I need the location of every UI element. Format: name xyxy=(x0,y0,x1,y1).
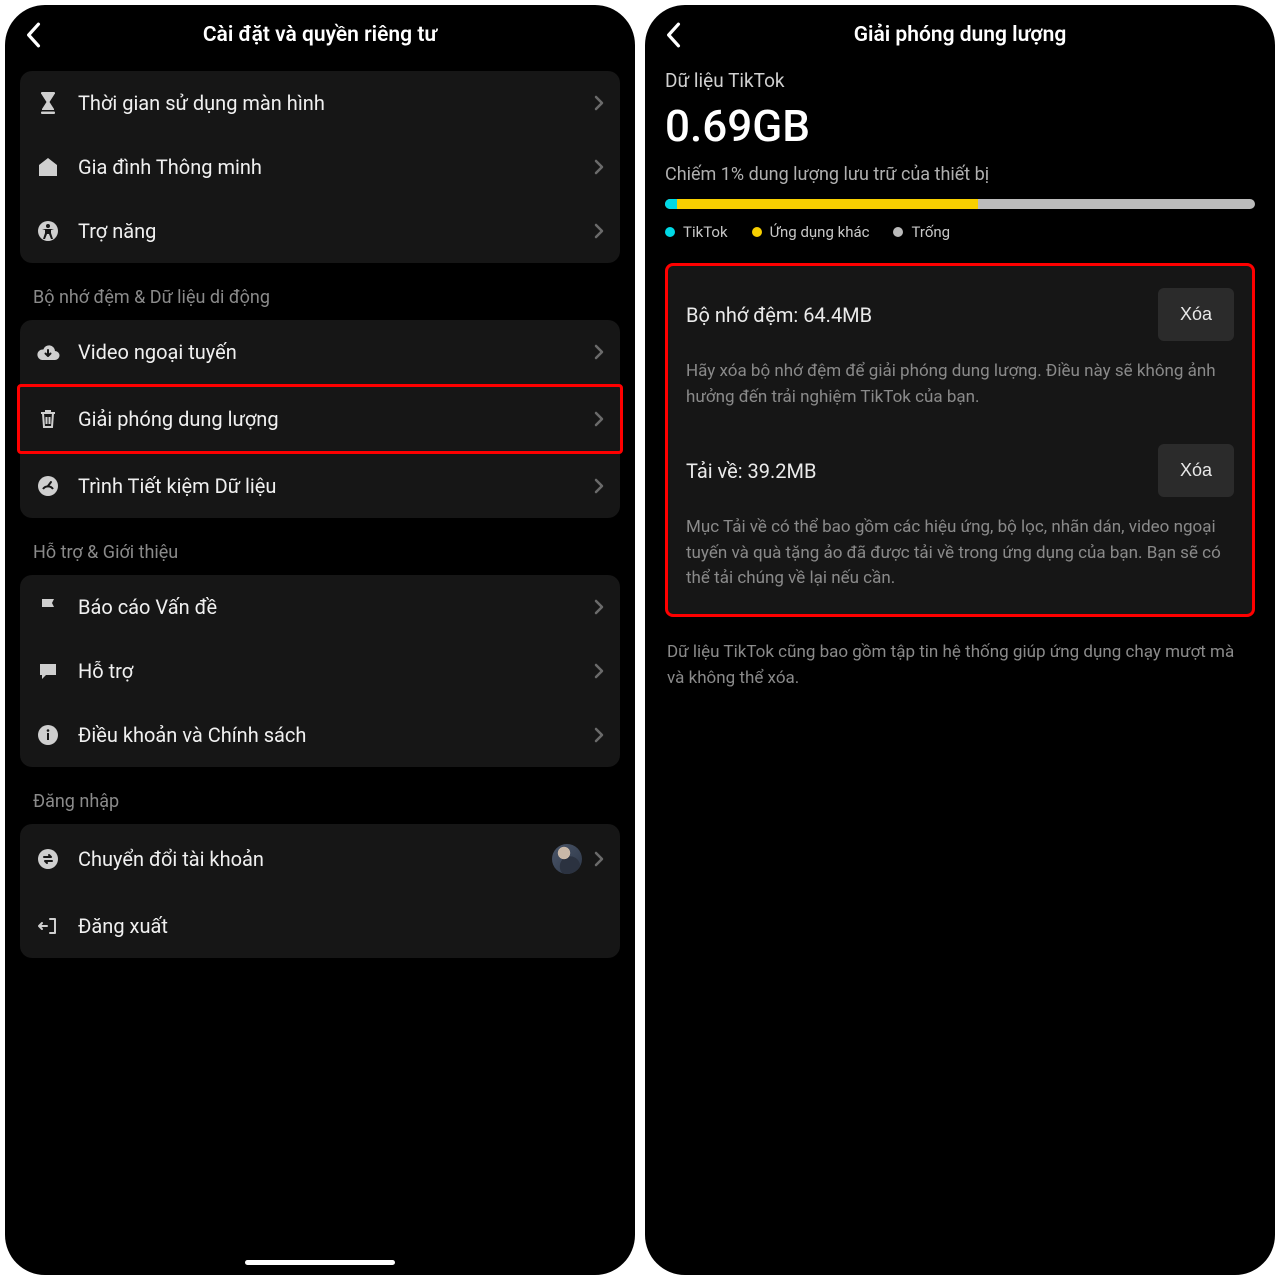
progress-tiktok xyxy=(665,199,677,209)
switch-icon xyxy=(36,847,60,871)
section-header-cache: Bộ nhớ đệm & Dữ liệu di động xyxy=(5,263,635,320)
item-label: Gia đình Thông minh xyxy=(78,155,594,179)
item-switch-account[interactable]: Chuyển đổi tài khoản xyxy=(20,824,620,894)
accessibility-icon xyxy=(36,219,60,243)
chat-icon xyxy=(36,659,60,683)
cloud-download-icon xyxy=(36,340,60,364)
legend-dot-icon xyxy=(665,227,675,237)
list-group-cache: Video ngoại tuyến Giải phóng dung lượng … xyxy=(20,320,620,518)
clear-download-button[interactable]: Xóa xyxy=(1158,444,1234,497)
item-accessibility[interactable]: Trợ năng xyxy=(20,199,620,263)
storage-progress-bar xyxy=(665,199,1255,209)
trash-icon xyxy=(36,407,60,431)
storage-size: 0.69GB xyxy=(665,100,1255,152)
item-report-problem[interactable]: Báo cáo Vấn đề xyxy=(20,575,620,639)
storage-footer-text: Dữ liệu TikTok cũng bao gồm tập tin hệ t… xyxy=(665,639,1255,692)
chevron-left-icon xyxy=(665,22,681,48)
item-data-saver[interactable]: Trình Tiết kiệm Dữ liệu xyxy=(20,454,620,518)
item-family-pairing[interactable]: Gia đình Thông minh xyxy=(20,135,620,199)
legend-dot-icon xyxy=(893,227,903,237)
free-up-space-screen: Giải phóng dung lượng Dữ liệu TikTok 0.6… xyxy=(645,5,1275,1275)
item-label: Trợ năng xyxy=(78,219,594,243)
page-title: Cài đặt và quyền riêng tư xyxy=(203,23,437,47)
download-title: Tải về: 39.2MB xyxy=(686,459,816,483)
item-label: Thời gian sử dụng màn hình xyxy=(78,91,594,115)
section-header-support: Hỗ trợ & Giới thiệu xyxy=(5,518,635,575)
item-label: Video ngoại tuyến xyxy=(78,340,594,364)
flag-icon xyxy=(36,595,60,619)
progress-other-apps xyxy=(677,199,978,209)
logout-icon xyxy=(36,914,60,938)
chevron-right-icon xyxy=(594,851,604,867)
legend-label: Trống xyxy=(911,223,950,241)
chevron-right-icon xyxy=(594,411,604,427)
hourglass-icon xyxy=(36,91,60,115)
home-indicator[interactable] xyxy=(245,1260,395,1265)
chevron-right-icon xyxy=(594,599,604,615)
list-group-general: Thời gian sử dụng màn hình Gia đình Thôn… xyxy=(20,71,620,263)
item-label: Trình Tiết kiệm Dữ liệu xyxy=(78,474,594,498)
item-label: Giải phóng dung lượng xyxy=(78,407,594,431)
back-button[interactable] xyxy=(25,22,41,48)
storage-actions-box: Bộ nhớ đệm: 64.4MB Xóa Hãy xóa bộ nhớ đệ… xyxy=(665,263,1255,617)
chevron-right-icon xyxy=(594,223,604,239)
back-button[interactable] xyxy=(665,22,681,48)
gauge-icon xyxy=(36,474,60,498)
item-screen-time[interactable]: Thời gian sử dụng màn hình xyxy=(20,71,620,135)
chevron-right-icon xyxy=(594,95,604,111)
list-group-login: Chuyển đổi tài khoản Đăng xuất xyxy=(20,824,620,958)
download-description: Mục Tải về có thể bao gồm các hiệu ứng, … xyxy=(686,515,1234,592)
legend-free: Trống xyxy=(893,223,950,241)
item-label: Báo cáo Vấn đề xyxy=(78,595,594,619)
chevron-left-icon xyxy=(25,22,41,48)
storage-subtitle: Chiếm 1% dung lượng lưu trữ của thiết bị xyxy=(665,164,1255,185)
chevron-right-icon xyxy=(594,663,604,679)
cache-row: Bộ nhớ đệm: 64.4MB Xóa xyxy=(686,288,1234,341)
legend-label: TikTok xyxy=(683,223,728,241)
storage-content: Dữ liệu TikTok 0.69GB Chiếm 1% dung lượn… xyxy=(645,69,1275,691)
page-title: Giải phóng dung lượng xyxy=(854,23,1067,47)
list-group-support: Báo cáo Vấn đề Hỗ trợ Điều khoản và Chín… xyxy=(20,575,620,767)
item-terms-policy[interactable]: Điều khoản và Chính sách xyxy=(20,703,620,767)
clear-cache-button[interactable]: Xóa xyxy=(1158,288,1234,341)
info-icon xyxy=(36,723,60,747)
cache-title: Bộ nhớ đệm: 64.4MB xyxy=(686,303,872,327)
chevron-right-icon xyxy=(594,478,604,494)
header: Cài đặt và quyền riêng tư xyxy=(5,5,635,65)
section-header-login: Đăng nhập xyxy=(5,767,635,824)
download-row: Tải về: 39.2MB Xóa xyxy=(686,444,1234,497)
legend-tiktok: TikTok xyxy=(665,223,728,241)
header: Giải phóng dung lượng xyxy=(645,5,1275,65)
chevron-right-icon xyxy=(594,159,604,175)
chevron-right-icon xyxy=(594,727,604,743)
legend-dot-icon xyxy=(752,227,762,237)
cache-description: Hãy xóa bộ nhớ đệm để giải phóng dung lư… xyxy=(686,359,1234,410)
item-offline-video[interactable]: Video ngoại tuyến xyxy=(20,320,620,384)
legend-other: Ứng dụng khác xyxy=(752,223,870,241)
home-icon xyxy=(36,155,60,179)
item-label: Hỗ trợ xyxy=(78,659,594,683)
item-label: Chuyển đổi tài khoản xyxy=(78,847,552,871)
item-support[interactable]: Hỗ trợ xyxy=(20,639,620,703)
settings-screen: Cài đặt và quyền riêng tư Thời gian sử d… xyxy=(5,5,635,1275)
storage-data-label: Dữ liệu TikTok xyxy=(665,69,1255,92)
item-label: Điều khoản và Chính sách xyxy=(78,723,594,747)
item-logout[interactable]: Đăng xuất xyxy=(20,894,620,958)
item-label: Đăng xuất xyxy=(78,914,604,938)
legend-label: Ứng dụng khác xyxy=(770,223,870,241)
item-free-up-space[interactable]: Giải phóng dung lượng xyxy=(17,384,623,454)
chevron-right-icon xyxy=(594,344,604,360)
storage-legend: TikTok Ứng dụng khác Trống xyxy=(665,223,1255,241)
avatar xyxy=(552,844,582,874)
